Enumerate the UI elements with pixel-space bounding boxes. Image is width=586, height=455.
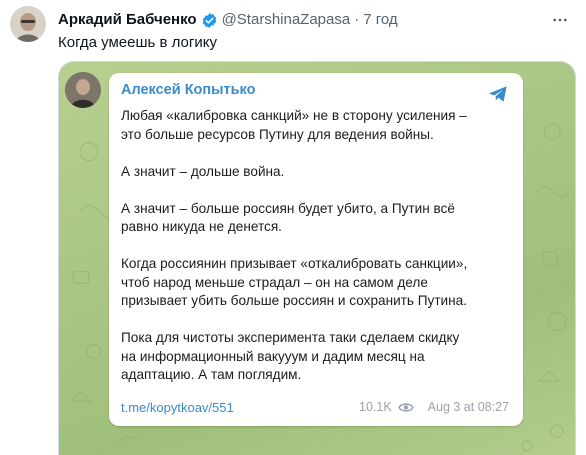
channel-name[interactable]: Алексей Копытько (121, 82, 255, 98)
telegram-plane-icon[interactable] (487, 83, 509, 105)
post-paragraph-5: Пока для чистоты эксперимента таки сдела… (121, 330, 460, 382)
post-link[interactable]: t.me/kopytkoav/551 (121, 400, 234, 415)
author-handle[interactable]: @StarshinaZapasa (222, 10, 351, 30)
tweet: Аркадий Бабченко @StarshinaZapasa · 7 го… (0, 0, 586, 455)
verified-badge-icon (201, 12, 218, 29)
channel-avatar[interactable] (65, 72, 101, 108)
post-body: Любая «калибровка санкций» не в сторону … (121, 107, 513, 403)
tweet-text: Когда умеешь в логику (58, 34, 217, 51)
tweet-media-image[interactable]: Алексей Копытько Любая «калибровка санкц… (58, 61, 576, 455)
views-eye-icon (397, 402, 414, 413)
author-avatar[interactable] (10, 6, 46, 42)
telegram-post: Алексей Копытько Любая «калибровка санкц… (109, 73, 523, 426)
view-count: 10.1K (359, 400, 392, 414)
post-paragraph-3: А значит – больше россиян будет убито, а… (121, 200, 455, 235)
post-date: Aug 3 at 08:27 (427, 400, 509, 414)
post-paragraph-1: Любая «калибровка санкций» не в сторону … (121, 108, 467, 142)
post-paragraph-2: А значит – дольше война. (121, 163, 285, 179)
tweet-header: Аркадий Бабченко @StarshinaZapasa · 7 го… (58, 10, 398, 30)
post-paragraph-4: Когда россиянин призывает «откалибровать… (121, 256, 468, 308)
more-options-icon[interactable] (548, 8, 572, 32)
author-name[interactable]: Аркадий Бабченко (58, 10, 197, 30)
post-meta: 10.1K Aug 3 at 08:27 (359, 400, 509, 414)
separator-dot: · (354, 11, 360, 28)
tweet-timestamp[interactable]: 7 год (363, 10, 397, 30)
